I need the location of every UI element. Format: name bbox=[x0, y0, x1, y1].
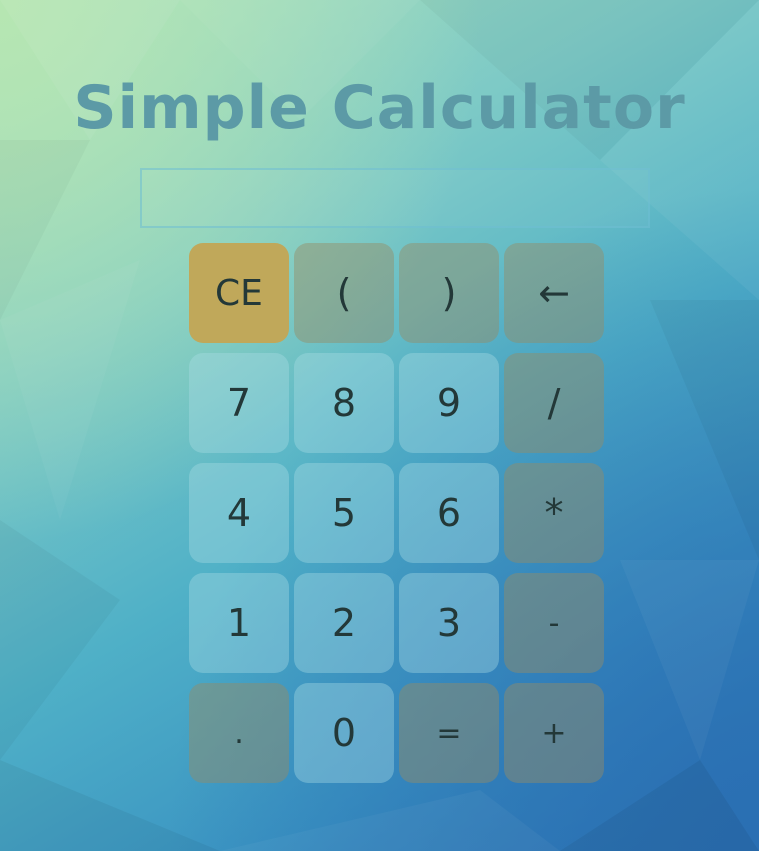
equals-button[interactable]: = bbox=[399, 683, 499, 783]
digit-6-button[interactable]: 6 bbox=[399, 463, 499, 563]
clear-entry-button[interactable]: CE bbox=[189, 243, 289, 343]
digit-4-button[interactable]: 4 bbox=[189, 463, 289, 563]
open-paren-button[interactable]: ( bbox=[294, 243, 394, 343]
digit-2-button[interactable]: 2 bbox=[294, 573, 394, 673]
divide-button[interactable]: / bbox=[504, 353, 604, 453]
digit-1-button[interactable]: 1 bbox=[189, 573, 289, 673]
add-button[interactable]: + bbox=[504, 683, 604, 783]
page-title: Simple Calculator bbox=[73, 73, 686, 143]
digit-0-button[interactable]: 0 bbox=[294, 683, 394, 783]
digit-5-button[interactable]: 5 bbox=[294, 463, 394, 563]
display-field[interactable] bbox=[140, 168, 650, 228]
subtract-button[interactable]: - bbox=[504, 573, 604, 673]
multiply-button[interactable]: * bbox=[504, 463, 604, 563]
digit-7-button[interactable]: 7 bbox=[189, 353, 289, 453]
digit-3-button[interactable]: 3 bbox=[399, 573, 499, 673]
digit-9-button[interactable]: 9 bbox=[399, 353, 499, 453]
close-paren-button[interactable]: ) bbox=[399, 243, 499, 343]
keypad: CE() ← 7 8 9/ 4 5 6 * 1 2 3-. 0 = + bbox=[189, 243, 604, 783]
digit-8-button[interactable]: 8 bbox=[294, 353, 394, 453]
decimal-point-button[interactable]: . bbox=[189, 683, 289, 783]
backspace-button[interactable]: ← bbox=[504, 243, 604, 343]
